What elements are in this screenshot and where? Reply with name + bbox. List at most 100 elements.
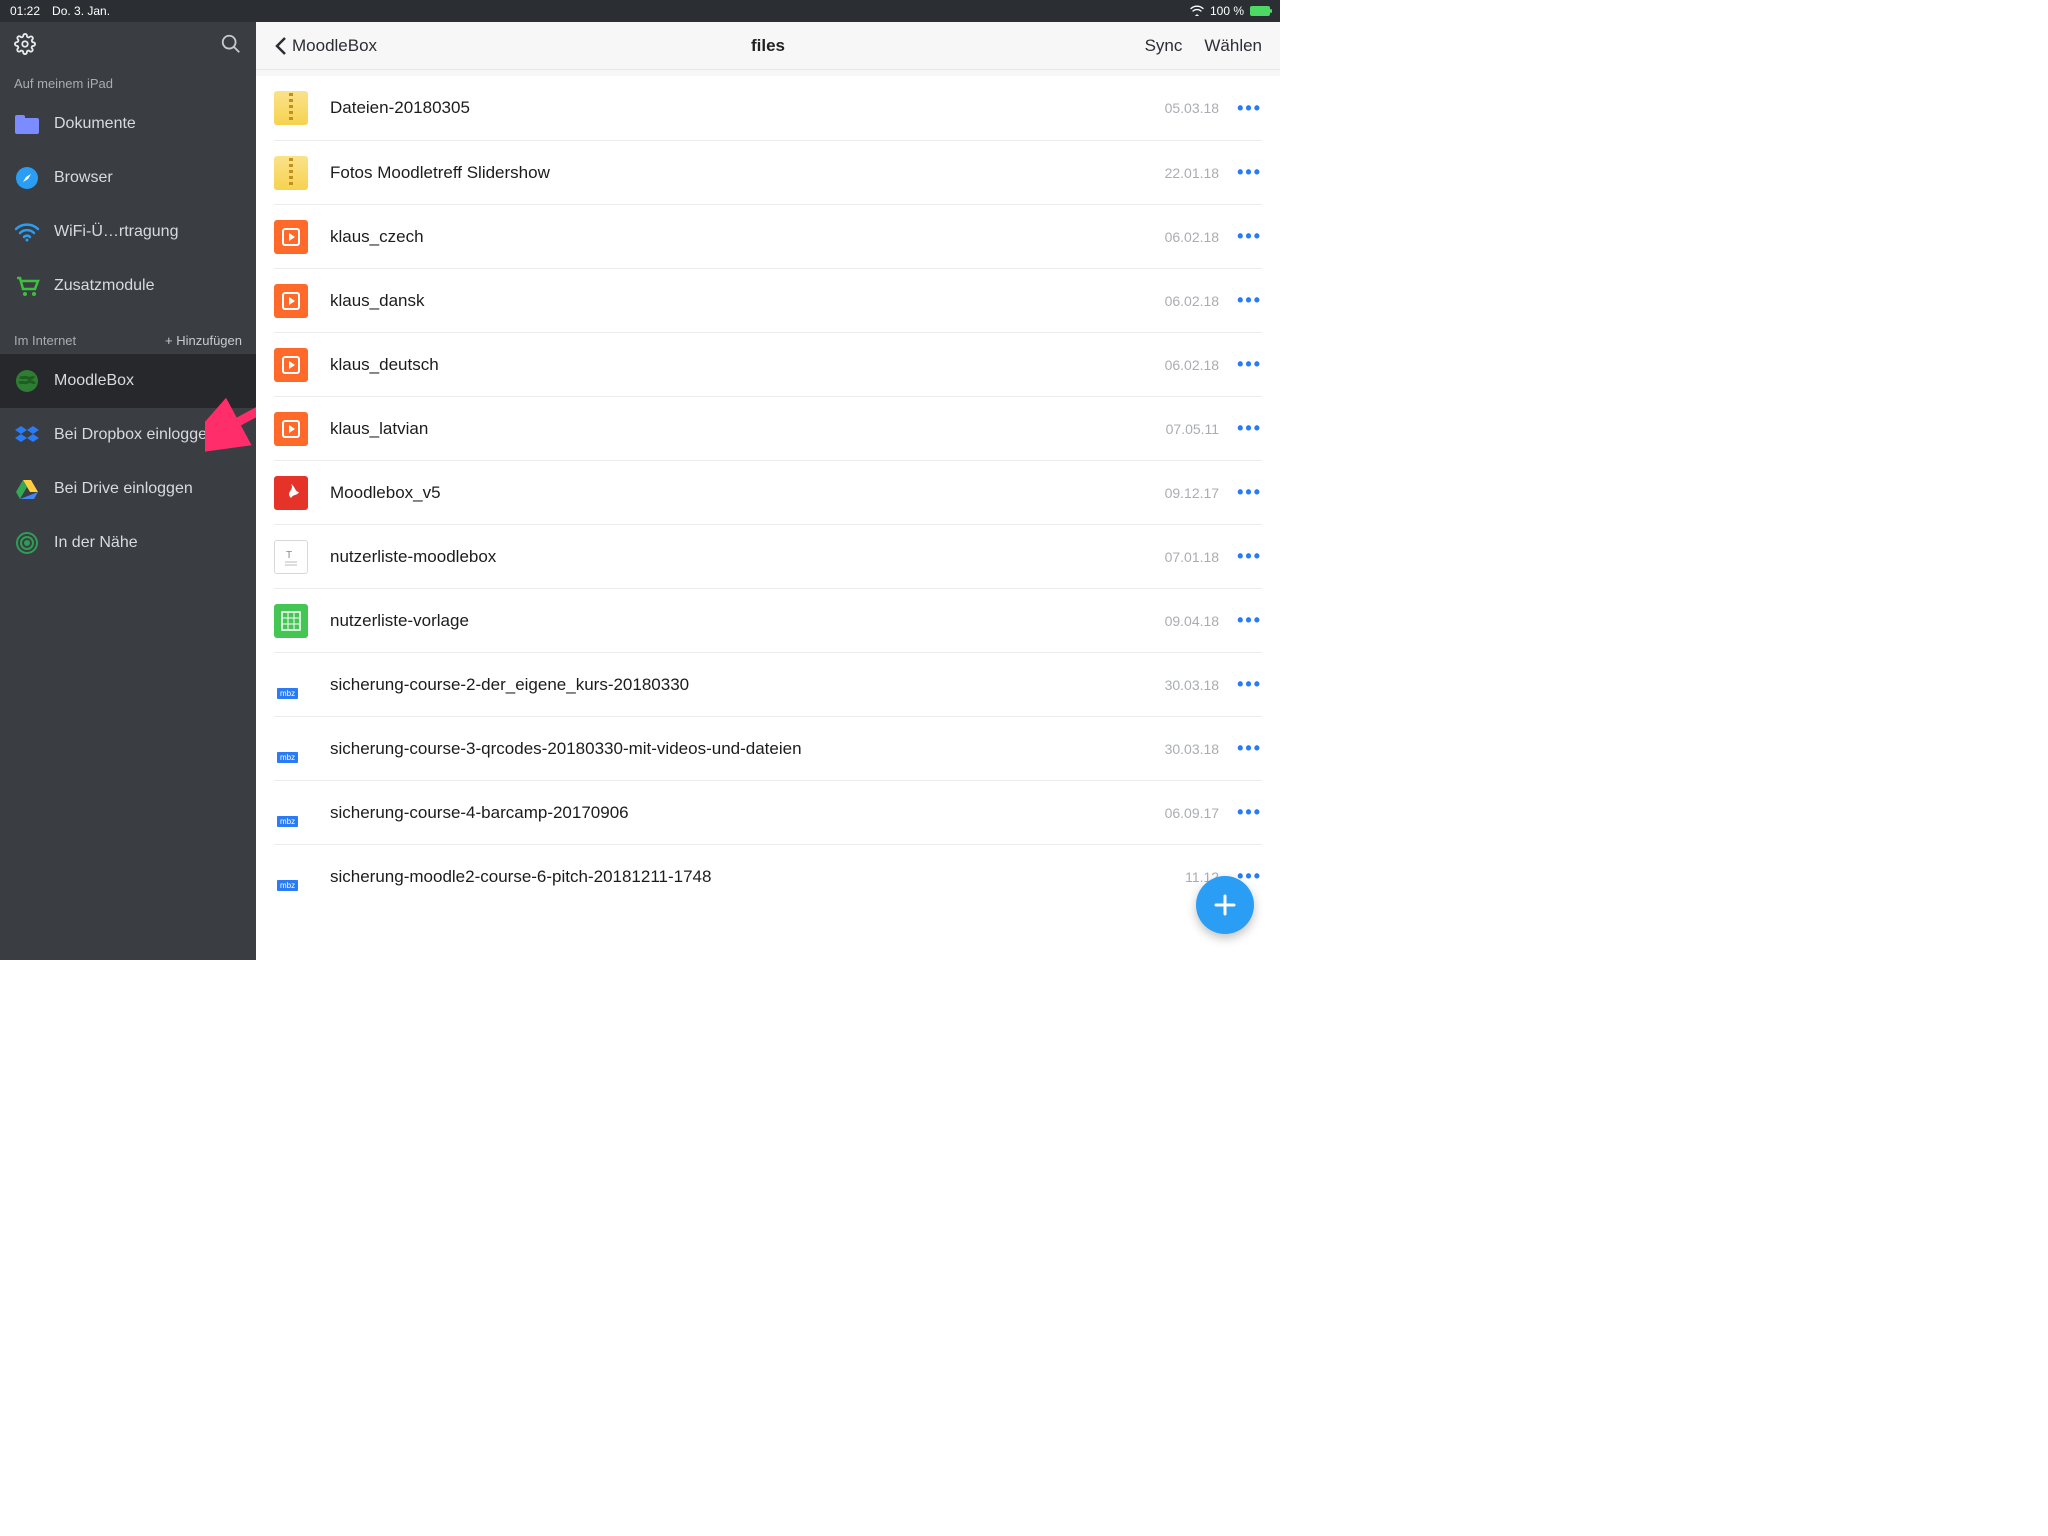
back-label: MoodleBox xyxy=(292,36,377,56)
cart-icon xyxy=(14,273,40,299)
sidebar: Auf meinem iPad Dokumente Browser WiFi-Ü… xyxy=(0,22,256,960)
file-name: nutzerliste-moodlebox xyxy=(330,547,1165,567)
wifi-transfer-icon xyxy=(14,219,40,245)
file-date: 06.09.17 xyxy=(1165,805,1220,821)
file-row[interactable]: mbz sicherung-course-4-barcamp-20170906 … xyxy=(256,780,1280,844)
chevron-left-icon xyxy=(274,36,288,56)
file-date: 06.02.18 xyxy=(1165,357,1220,373)
toolbar: MoodleBox files Sync Wählen xyxy=(256,22,1280,70)
sidebar-item-dropbox[interactable]: Bei Dropbox einloggen xyxy=(0,408,256,462)
sidebar-item-label: Zusatzmodule xyxy=(54,277,155,295)
file-date: 07.01.18 xyxy=(1165,549,1220,565)
video-icon xyxy=(274,412,308,446)
dropbox-icon xyxy=(14,422,40,448)
file-name: sicherung-course-3-qrcodes-20180330-mit-… xyxy=(330,739,1165,759)
status-time: 01:22 xyxy=(10,4,40,18)
more-icon[interactable]: ••• xyxy=(1237,290,1262,311)
sidebar-item-nearby[interactable]: In der Nähe xyxy=(0,516,256,570)
add-fab[interactable] xyxy=(1196,876,1254,934)
file-date: 06.02.18 xyxy=(1165,293,1220,309)
file-date: 09.04.18 xyxy=(1165,613,1220,629)
sidebar-item-browser[interactable]: Browser xyxy=(0,151,256,205)
plus-icon xyxy=(1211,891,1239,919)
file-name: klaus_latvian xyxy=(330,419,1166,439)
sync-button[interactable]: Sync xyxy=(1145,36,1183,56)
file-row[interactable]: nutzerliste-vorlage 09.04.18 ••• xyxy=(256,588,1280,652)
sidebar-item-documents[interactable]: Dokumente xyxy=(0,97,256,151)
mbz-icon: mbz xyxy=(274,860,308,894)
zip-icon xyxy=(274,156,308,190)
more-icon[interactable]: ••• xyxy=(1237,546,1262,567)
sidebar-item-label: WiFi-Ü…rtragung xyxy=(54,223,178,241)
file-row[interactable]: klaus_latvian 07.05.11 ••• xyxy=(256,396,1280,460)
page-title: files xyxy=(256,36,1280,56)
more-icon[interactable]: ••• xyxy=(1237,226,1262,247)
file-list[interactable]: Dateien-20180305 05.03.18 ••• Fotos Mood… xyxy=(256,76,1280,960)
more-icon[interactable]: ••• xyxy=(1237,418,1262,439)
radar-icon xyxy=(14,530,40,556)
sidebar-section-local: Auf meinem iPad xyxy=(14,76,113,91)
zip-icon xyxy=(274,91,308,125)
file-date: 07.05.11 xyxy=(1166,421,1219,437)
status-bar: 01:22 Do. 3. Jan. 100 % xyxy=(0,0,1280,22)
sidebar-item-wifi[interactable]: WiFi-Ü…rtragung xyxy=(0,205,256,259)
select-button[interactable]: Wählen xyxy=(1204,36,1262,56)
svg-text:T: T xyxy=(286,550,292,561)
spreadsheet-icon xyxy=(274,604,308,638)
file-row[interactable]: T nutzerliste-moodlebox 07.01.18 ••• xyxy=(256,524,1280,588)
mbz-icon: mbz xyxy=(274,668,308,702)
mbz-icon: mbz xyxy=(274,732,308,766)
search-icon[interactable] xyxy=(220,33,242,60)
file-row[interactable]: Fotos Moodletreff Slidershow 22.01.18 ••… xyxy=(256,140,1280,204)
sidebar-item-label: Dokumente xyxy=(54,115,136,133)
sidebar-section-remote: Im Internet xyxy=(14,333,76,348)
file-name: sicherung-course-4-barcamp-20170906 xyxy=(330,803,1165,823)
settings-icon[interactable] xyxy=(14,33,36,60)
sidebar-item-label: Bei Drive einloggen xyxy=(54,480,193,498)
file-date: 06.02.18 xyxy=(1165,229,1220,245)
mbz-icon: mbz xyxy=(274,796,308,830)
more-icon[interactable]: ••• xyxy=(1237,98,1262,119)
drive-icon xyxy=(14,476,40,502)
battery-text: 100 % xyxy=(1210,4,1244,18)
file-name: nutzerliste-vorlage xyxy=(330,611,1165,631)
compass-icon xyxy=(14,165,40,191)
more-icon[interactable]: ••• xyxy=(1237,610,1262,631)
file-date: 22.01.18 xyxy=(1165,165,1220,181)
file-row[interactable]: klaus_dansk 06.02.18 ••• xyxy=(256,268,1280,332)
more-icon[interactable]: ••• xyxy=(1237,674,1262,695)
file-name: Moodlebox_v5 xyxy=(330,483,1165,503)
more-icon[interactable]: ••• xyxy=(1237,162,1262,183)
file-name: klaus_deutsch xyxy=(330,355,1165,375)
main-panel: MoodleBox files Sync Wählen Dateien-2018… xyxy=(256,22,1280,960)
sidebar-item-moodlebox[interactable]: MoodleBox xyxy=(0,354,256,408)
sidebar-item-label: In der Nähe xyxy=(54,534,138,552)
more-icon[interactable]: ••• xyxy=(1237,802,1262,823)
file-row[interactable]: klaus_deutsch 06.02.18 ••• xyxy=(256,332,1280,396)
more-icon[interactable]: ••• xyxy=(1237,482,1262,503)
file-name: Dateien-20180305 xyxy=(330,98,1165,118)
status-date: Do. 3. Jan. xyxy=(52,4,110,18)
file-date: 30.03.18 xyxy=(1165,677,1220,693)
video-icon xyxy=(274,220,308,254)
file-row[interactable]: klaus_czech 06.02.18 ••• xyxy=(256,204,1280,268)
back-button[interactable]: MoodleBox xyxy=(274,36,377,56)
video-icon xyxy=(274,348,308,382)
file-row[interactable]: Dateien-20180305 05.03.18 ••• xyxy=(256,76,1280,140)
file-row[interactable]: mbz sicherung-course-3-qrcodes-20180330-… xyxy=(256,716,1280,780)
sidebar-item-label: Bei Dropbox einloggen xyxy=(54,426,216,444)
file-name: klaus_dansk xyxy=(330,291,1165,311)
file-date: 09.12.17 xyxy=(1165,485,1220,501)
file-row[interactable]: Moodlebox_v5 09.12.17 ••• xyxy=(256,460,1280,524)
sidebar-item-addons[interactable]: Zusatzmodule xyxy=(0,259,256,313)
more-icon[interactable]: ••• xyxy=(1237,738,1262,759)
sidebar-item-label: Browser xyxy=(54,169,113,187)
file-date: 30.03.18 xyxy=(1165,741,1220,757)
file-row[interactable]: mbz sicherung-moodle2-course-6-pitch-201… xyxy=(256,844,1280,908)
add-location-button[interactable]: + Hinzufügen xyxy=(165,333,242,348)
file-row[interactable]: mbz sicherung-course-2-der_eigene_kurs-2… xyxy=(256,652,1280,716)
pdf-icon xyxy=(274,476,308,510)
more-icon[interactable]: ••• xyxy=(1237,354,1262,375)
sidebar-item-label: MoodleBox xyxy=(54,372,134,390)
sidebar-item-drive[interactable]: Bei Drive einloggen xyxy=(0,462,256,516)
